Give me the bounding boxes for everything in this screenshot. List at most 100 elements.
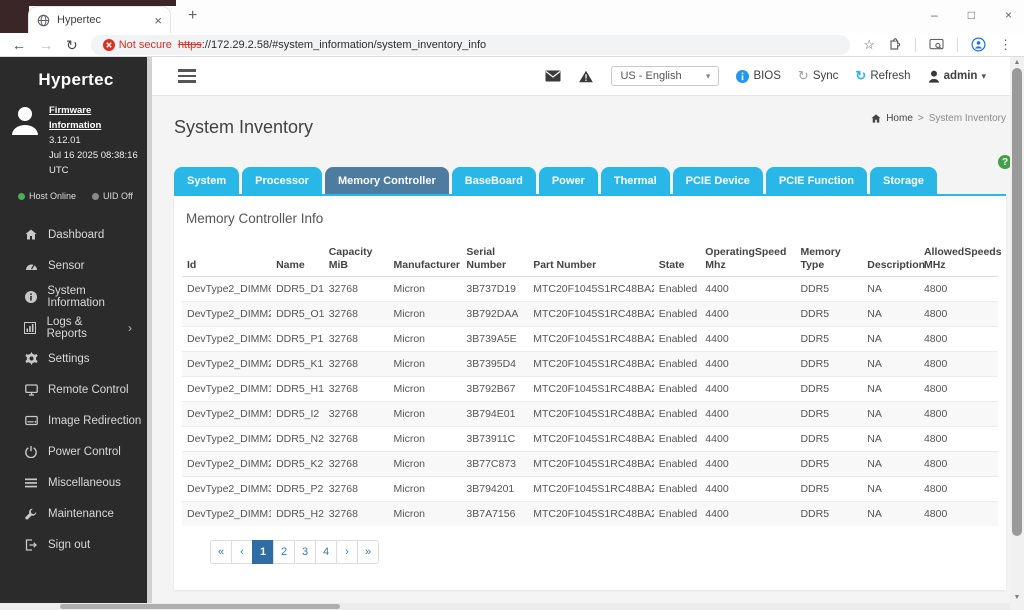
brand-logo: Hypertec [0,57,152,92]
table-cell: 32768 [324,502,389,527]
menu-toggle-icon[interactable] [178,69,196,83]
sidebar-item-maintenance[interactable]: Maintenance [0,498,152,529]
table-cell: DDR5_P2 [271,477,324,502]
table-row: DevType2_DIMM17DDR5_I232768Micron3B794E0… [182,402,998,427]
table-cell: DDR5_H1 [271,377,324,402]
address-bar[interactable]: Not secure https://172.29.2.58/#system_i… [91,35,851,55]
firmware-information-link[interactable]: Firmware Information [49,103,146,133]
column-header-capacity-mib: CapacityMiB [324,242,389,277]
table-cell: DDR5 [795,277,862,302]
new-tab-button[interactable]: + [188,7,197,25]
tab-pcie-function[interactable]: PCIE Function [766,167,867,194]
table-row: DevType2_DIMM31DDR5_P232768Micron3B79420… [182,477,998,502]
sidebar-item-label: Remote Control [48,384,129,396]
sidebar-item-power-control[interactable]: Power Control [0,436,152,467]
sidebar-item-sign-out[interactable]: Sign out [0,529,152,560]
mail-icon[interactable] [545,70,561,82]
refresh-button[interactable]: ↻ Refresh [855,68,910,84]
page-button-[interactable]: « [210,540,232,564]
tab-processor[interactable]: Processor [242,167,322,194]
table-cell: DevType2_DIMM27 [182,427,271,452]
table-cell: 3B792B67 [461,377,528,402]
forward-icon[interactable]: → [39,38,53,52]
table-cell: MTC20F1045S1RC48BA22 [528,427,654,452]
browser-menu-icon[interactable]: ⋮ [999,38,1012,51]
bookmark-star-icon[interactable]: ☆ [863,38,875,51]
scroll-down-icon[interactable]: ▼ [1010,592,1024,603]
tab-system[interactable]: System [174,167,239,194]
horizontal-scrollbar[interactable] [0,603,1010,610]
sidebar-item-dashboard[interactable]: Dashboard [0,219,152,250]
page-button-[interactable]: › [336,540,358,564]
bios-button[interactable]: BIOS [736,70,780,83]
scroll-up-icon[interactable]: ▲ [1010,57,1024,68]
table-cell: DDR5 [795,427,862,452]
table-row: DevType2_DIMM21DDR5_K232768Micron3B77C87… [182,452,998,477]
alert-icon[interactable] [578,70,594,83]
table-cell: Micron [389,377,462,402]
sidebar-item-image-redirection[interactable]: Image Redirection [0,405,152,436]
app-header: US - English ▾ BIOS ↻ Sync ↻ Refresh [152,57,1024,96]
reload-icon[interactable]: ↻ [66,38,78,52]
browser-tab[interactable]: Hypertec × [28,6,171,33]
table-cell: Enabled [654,352,701,377]
table-row: DevType2_DIMM15DDR5_H232768Micron3B7A715… [182,502,998,527]
user-menu[interactable]: admin ▾ [928,70,986,83]
back-icon[interactable]: ← [12,38,26,52]
side-panel-icon[interactable] [929,38,944,51]
tab-close-icon[interactable]: × [154,13,162,28]
info-icon [24,291,37,303]
extensions-icon[interactable] [888,38,902,52]
page-button-1[interactable]: 1 [252,540,274,564]
window-maximize-button[interactable]: □ [968,8,975,22]
sidebar-item-miscellaneous[interactable]: Miscellaneous [0,467,152,498]
page-button-[interactable]: » [357,540,379,564]
column-header-state: State [654,242,701,277]
table-cell: 3B73911C [461,427,528,452]
browser-window: Hypertec × + – □ × ← → ↻ Not secure http… [0,0,1024,610]
vertical-scrollbar-thumb[interactable] [1012,68,1022,536]
window-minimize-button[interactable]: – [931,8,938,22]
sync-button[interactable]: ↻ Sync [798,68,838,84]
sidebar-item-remote-control[interactable]: Remote Control [0,374,152,405]
host-status: Host Online [18,191,76,201]
table-cell: MTC20F1045S1RC48BA22 [528,277,654,302]
tab-memory-controller[interactable]: Memory Controller [325,167,449,194]
page-button-[interactable]: ‹ [231,540,253,564]
table-cell: 4800 [919,502,998,527]
wrench-icon [24,508,38,520]
horizontal-scrollbar-thumb[interactable] [60,604,340,609]
table-cell: NA [862,427,919,452]
info-icon [736,70,749,83]
table-cell: 4400 [700,477,795,502]
page-button-3[interactable]: 3 [294,540,316,564]
language-select[interactable]: US - English ▾ [611,66,719,86]
sidebar-item-settings[interactable]: Settings [0,343,152,374]
breadcrumb-home[interactable]: Home [886,113,913,124]
tab-power[interactable]: Power [539,167,598,194]
gear-icon [24,352,38,365]
table-cell: DevType2_DIMM15 [182,502,271,527]
vertical-scrollbar[interactable]: ▲ ▼ [1010,57,1024,603]
not-secure-badge[interactable]: Not secure [103,39,172,51]
tab-storage[interactable]: Storage [870,167,937,194]
profile-icon[interactable] [971,37,986,52]
table-cell: MTC20F1045S1RC48BA22 [528,502,654,527]
url-text: https://172.29.2.58/#system_information/… [178,39,486,51]
table-cell: 4800 [919,402,998,427]
table-cell: 3B7395D4 [461,352,528,377]
page-button-2[interactable]: 2 [273,540,295,564]
table-cell: Micron [389,402,462,427]
sidebar-item-system-information[interactable]: System Information [0,281,152,312]
page-button-4[interactable]: 4 [315,540,337,564]
sidebar-item-logs-reports[interactable]: Logs & Reports› [0,312,152,343]
tab-pcie-device[interactable]: PCIE Device [673,167,763,194]
tab-thermal[interactable]: Thermal [601,167,670,194]
sidebar-item-sensor[interactable]: Sensor [0,250,152,281]
window-close-button[interactable]: × [1005,8,1012,22]
table-cell: DDR5 [795,502,862,527]
table-cell: 4800 [919,302,998,327]
tab-baseboard[interactable]: BaseBoard [452,167,536,194]
browser-tabstrip: Hypertec × + – □ × [0,0,1024,33]
table-cell: DevType2_DIMM17 [182,402,271,427]
